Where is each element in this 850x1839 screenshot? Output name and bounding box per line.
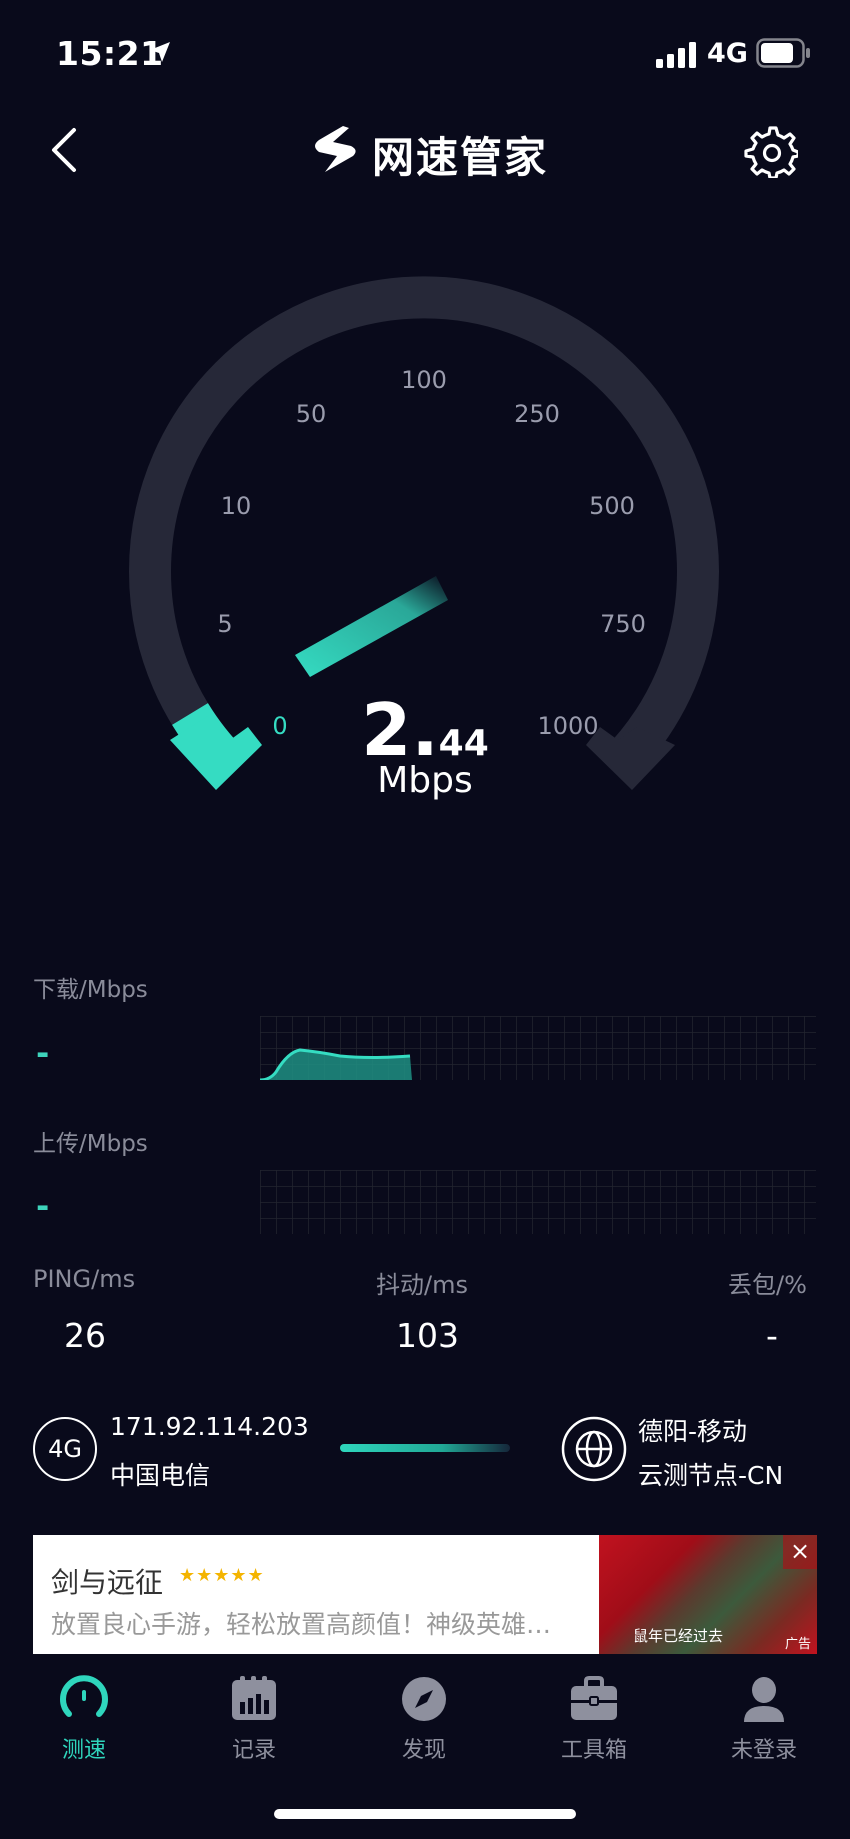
current-speed-unit: Mbps [377,760,473,801]
globe-icon[interactable] [560,1415,628,1483]
current-speed-decimal: 44 [438,723,489,764]
ad-title: 剑与远征 [51,1566,164,1599]
nav-speedtest-label: 测速 [61,1738,106,1763]
gauge-tick-250: 250 [514,400,560,428]
location-arrow-icon [150,42,170,62]
client-isp: 中国电信 [110,1461,211,1490]
download-graph [260,1016,816,1080]
nav-toolbox-label: 工具箱 [560,1738,627,1763]
nav-records[interactable]: 记录 [194,1662,314,1763]
download-value: - [36,1034,50,1072]
packet-loss-value: - [766,1316,778,1355]
nav-records-label: 记录 [231,1738,276,1763]
connection-progress-line [340,1444,510,1452]
jitter-label: 抖动/ms [376,1271,468,1299]
compass-icon [402,1677,446,1721]
back-button[interactable] [40,122,90,178]
upload-value: - [36,1187,50,1225]
gauge-tick-500: 500 [589,492,635,520]
bottom-nav: 测速 记录 发现 工具箱 未登录 [0,1662,850,1763]
home-indicator[interactable] [274,1809,576,1819]
app-title: 网速管家 [372,133,549,182]
download-label: 下载/Mbps [33,977,148,1003]
nav-speedtest[interactable]: 测速 [24,1662,144,1763]
cellular-signal-icon [656,42,696,68]
connection-type-badge: 4G [33,1417,97,1481]
app-logo-icon [315,126,356,172]
ad-close-icon[interactable]: × [783,1535,817,1569]
ad-image-caption: 鼠年已经过去 [633,1627,724,1645]
user-avatar-icon [744,1677,784,1722]
nav-discover[interactable]: 发现 [364,1662,484,1763]
packet-loss-label: 丢包/% [728,1271,807,1299]
nav-profile[interactable]: 未登录 [704,1662,824,1763]
records-calendar-icon [232,1676,276,1720]
gauge-needle [295,576,448,677]
client-ip: 171.92.114.203 [110,1412,309,1441]
upload-label: 上传/Mbps [33,1131,148,1157]
upload-graph [260,1170,816,1234]
gauge-tick-750: 750 [600,610,646,638]
status-bar: 15:21 4G [0,0,850,100]
nav-discover-label: 发现 [401,1738,446,1763]
network-type-label: 4G [707,38,748,69]
server-node-location[interactable]: 德阳-移动 [638,1412,747,1448]
gauge-tick-5: 5 [217,610,232,638]
jitter-value: 103 [396,1316,459,1355]
ad-banner[interactable]: 剑与远征 ★★★★★ 放置良心手游，轻松放置高颜值！神级英雄… 鼠年已经过去 广… [33,1535,817,1654]
server-node-name[interactable]: 云测节点-CN [638,1456,783,1492]
nav-profile-label: 未登录 [730,1738,797,1763]
nav-toolbox[interactable]: 工具箱 [534,1662,654,1763]
speedometer-icon [60,1675,108,1717]
gauge-tick-100: 100 [401,366,447,394]
ad-rating-stars: ★★★★★ [179,1565,265,1586]
ad-tag: 广告 [784,1637,811,1652]
ping-label: PING/ms [33,1265,136,1293]
gauge-tick-50: 50 [296,400,327,428]
ad-description: 放置良心手游，轻松放置高颜值！神级英雄… [51,1610,552,1639]
toolbox-briefcase-icon [571,1676,617,1720]
settings-gear-icon[interactable] [744,124,798,178]
gauge-tick-10: 10 [221,492,252,520]
ping-value: 26 [64,1316,106,1355]
battery-icon [756,38,810,68]
